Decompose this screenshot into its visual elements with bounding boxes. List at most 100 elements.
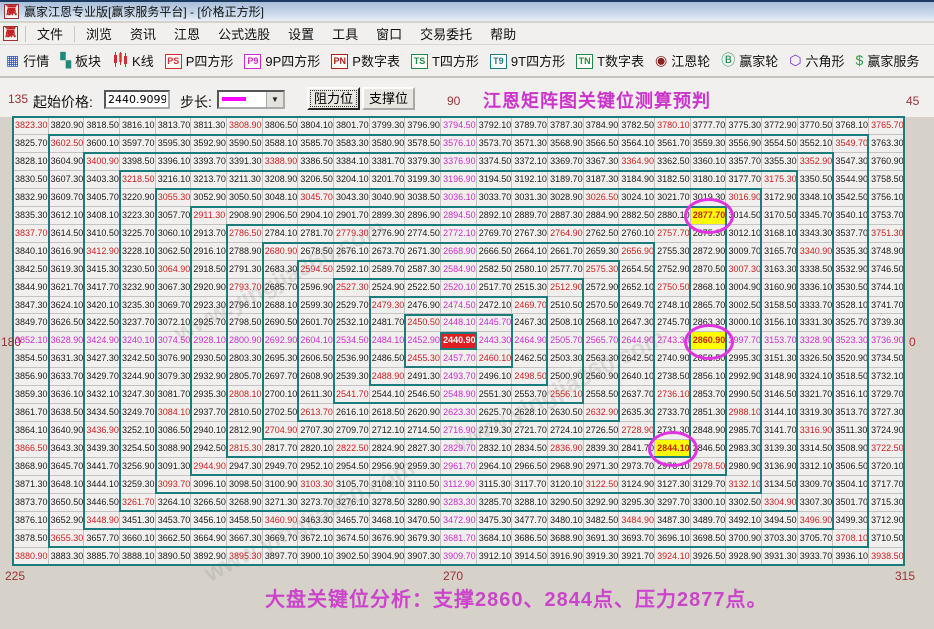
- grid-cell[interactable]: 2618.50: [370, 404, 406, 422]
- grid-cell[interactable]: 2640.10: [619, 368, 655, 386]
- grid-cell[interactable]: 2572.90: [584, 279, 620, 297]
- grid-cell[interactable]: 2745.70: [655, 314, 691, 332]
- grid-cell[interactable]: 3801.70: [334, 117, 370, 135]
- grid-cell[interactable]: 2484.10: [370, 332, 406, 350]
- grid-cell[interactable]: 2520.10: [441, 279, 477, 297]
- grid-cell[interactable]: 3415.30: [84, 261, 120, 279]
- grid-cell[interactable]: 3072.10: [156, 314, 192, 332]
- menu-item-5[interactable]: 公式选股: [209, 22, 279, 45]
- grid-cell[interactable]: 2971.30: [584, 458, 620, 476]
- grid-cell[interactable]: 2815.30: [227, 440, 263, 458]
- grid-cell[interactable]: 3698.50: [691, 530, 727, 548]
- grid-cell[interactable]: 3652.90: [49, 512, 85, 530]
- grid-cell[interactable]: 3808.90: [227, 117, 263, 135]
- grid-cell[interactable]: 3336.10: [798, 279, 834, 297]
- grid-cell[interactable]: 3712.90: [869, 512, 905, 530]
- grid-cell[interactable]: 3715.30: [869, 494, 905, 512]
- grid-cell[interactable]: 3804.10: [298, 117, 334, 135]
- grid-cell[interactable]: 3624.10: [49, 297, 85, 315]
- grid-cell[interactable]: 2988.10: [726, 404, 762, 422]
- grid-cell[interactable]: 3278.50: [370, 494, 406, 512]
- grid-cell[interactable]: 2788.90: [227, 243, 263, 261]
- grid-cell[interactable]: 3156.10: [762, 314, 798, 332]
- toolbar-item[interactable]: TNT数字表: [576, 51, 644, 70]
- grid-cell[interactable]: 2961.70: [441, 458, 477, 476]
- grid-cell[interactable]: 2522.50: [405, 279, 441, 297]
- grid-cell[interactable]: 3895.30: [227, 548, 263, 566]
- grid-cell[interactable]: 3916.90: [548, 548, 584, 566]
- grid-cell[interactable]: 3758.50: [869, 171, 905, 189]
- grid-cell[interactable]: 3873.70: [13, 494, 49, 512]
- grid-cell[interactable]: 3892.90: [191, 548, 227, 566]
- grid-cell[interactable]: 3364.90: [619, 153, 655, 171]
- grid-cell[interactable]: 3796.90: [405, 117, 441, 135]
- grid-cell[interactable]: 3052.90: [191, 189, 227, 207]
- grid-cell[interactable]: 2952.10: [298, 458, 334, 476]
- grid-cell[interactable]: 3662.50: [156, 530, 192, 548]
- grid-cell[interactable]: 3552.10: [798, 135, 834, 153]
- grid-cell[interactable]: 2455.30: [405, 350, 441, 368]
- grid-cell[interactable]: 3062.50: [156, 243, 192, 261]
- grid-cell[interactable]: 3456.10: [191, 512, 227, 530]
- grid-cell[interactable]: 2568.10: [584, 314, 620, 332]
- grid-cell[interactable]: 3112.90: [441, 476, 477, 494]
- grid-cell[interactable]: 3816.10: [120, 117, 156, 135]
- grid-cell[interactable]: 3904.90: [370, 548, 406, 566]
- grid-cell[interactable]: 3621.70: [49, 279, 85, 297]
- menu-item-1[interactable]: 文件: [28, 22, 72, 45]
- grid-cell[interactable]: 3484.90: [619, 512, 655, 530]
- grid-cell[interactable]: 3835.30: [13, 207, 49, 225]
- grid-cell[interactable]: 3499.30: [833, 512, 869, 530]
- grid-cell[interactable]: 2498.50: [512, 368, 548, 386]
- grid-cell[interactable]: 3340.90: [798, 243, 834, 261]
- grid-cell[interactable]: 3883.30: [49, 548, 85, 566]
- grid-cell[interactable]: 3444.10: [84, 476, 120, 494]
- grid-cell[interactable]: 2738.50: [655, 368, 691, 386]
- grid-cell[interactable]: 3626.50: [49, 314, 85, 332]
- grid-cell[interactable]: 2589.70: [370, 261, 406, 279]
- grid-cell[interactable]: 3931.30: [762, 548, 798, 566]
- grid-cell[interactable]: 3763.30: [869, 135, 905, 153]
- grid-cell[interactable]: 3252.10: [120, 422, 156, 440]
- grid-cell[interactable]: 2601.70: [298, 314, 334, 332]
- grid-cell[interactable]: 3324.10: [798, 368, 834, 386]
- grid-cell[interactable]: 3228.10: [120, 243, 156, 261]
- grid-cell[interactable]: 3117.70: [512, 476, 548, 494]
- grid-cell[interactable]: 3590.50: [227, 135, 263, 153]
- grid-cell[interactable]: 2920.90: [191, 279, 227, 297]
- grid-cell[interactable]: 2457.70: [441, 350, 477, 368]
- grid-cell[interactable]: 3691.30: [584, 530, 620, 548]
- grid-cell[interactable]: 3638.50: [49, 404, 85, 422]
- grid-cell[interactable]: 3187.30: [584, 171, 620, 189]
- grid-cell[interactable]: 2940.10: [191, 422, 227, 440]
- grid-cell[interactable]: 3264.10: [156, 494, 192, 512]
- grid-cell[interactable]: 3648.10: [49, 476, 85, 494]
- grid-cell[interactable]: 3669.70: [263, 530, 299, 548]
- grid-cell[interactable]: 3720.10: [869, 458, 905, 476]
- grid-cell[interactable]: 3014.50: [726, 207, 762, 225]
- grid-cell[interactable]: 3888.10: [120, 548, 156, 566]
- grid-cell[interactable]: 3379.30: [405, 153, 441, 171]
- grid-cell[interactable]: 3544.90: [833, 171, 869, 189]
- grid-cell[interactable]: 3132.10: [726, 476, 762, 494]
- grid-cell[interactable]: 3722.50: [869, 440, 905, 458]
- grid-cell[interactable]: 2592.10: [334, 261, 370, 279]
- grid-cell[interactable]: 3033.70: [477, 189, 513, 207]
- grid-cell[interactable]: 3597.70: [120, 135, 156, 153]
- grid-cell[interactable]: 2848.90: [691, 422, 727, 440]
- grid-cell[interactable]: 3312.10: [798, 458, 834, 476]
- grid-cell[interactable]: 3446.50: [84, 494, 120, 512]
- grid-cell[interactable]: 2452.90: [405, 332, 441, 350]
- grid-cell[interactable]: 2719.30: [477, 422, 513, 440]
- grid-cell[interactable]: 2796.10: [227, 297, 263, 315]
- grid-cell[interactable]: 2613.70: [298, 404, 334, 422]
- grid-cell[interactable]: 3055.30: [156, 189, 192, 207]
- grid-cell[interactable]: 3504.10: [833, 476, 869, 494]
- grid-cell[interactable]: 3897.70: [263, 548, 299, 566]
- grid-cell[interactable]: 2649.70: [619, 297, 655, 315]
- toolbar-item[interactable]: ◉江恩轮: [655, 51, 710, 70]
- grid-cell[interactable]: 2505.70: [548, 332, 584, 350]
- grid-cell[interactable]: 3136.90: [762, 458, 798, 476]
- grid-cell[interactable]: 2997.70: [726, 332, 762, 350]
- grid-cell[interactable]: 2460.10: [477, 350, 513, 368]
